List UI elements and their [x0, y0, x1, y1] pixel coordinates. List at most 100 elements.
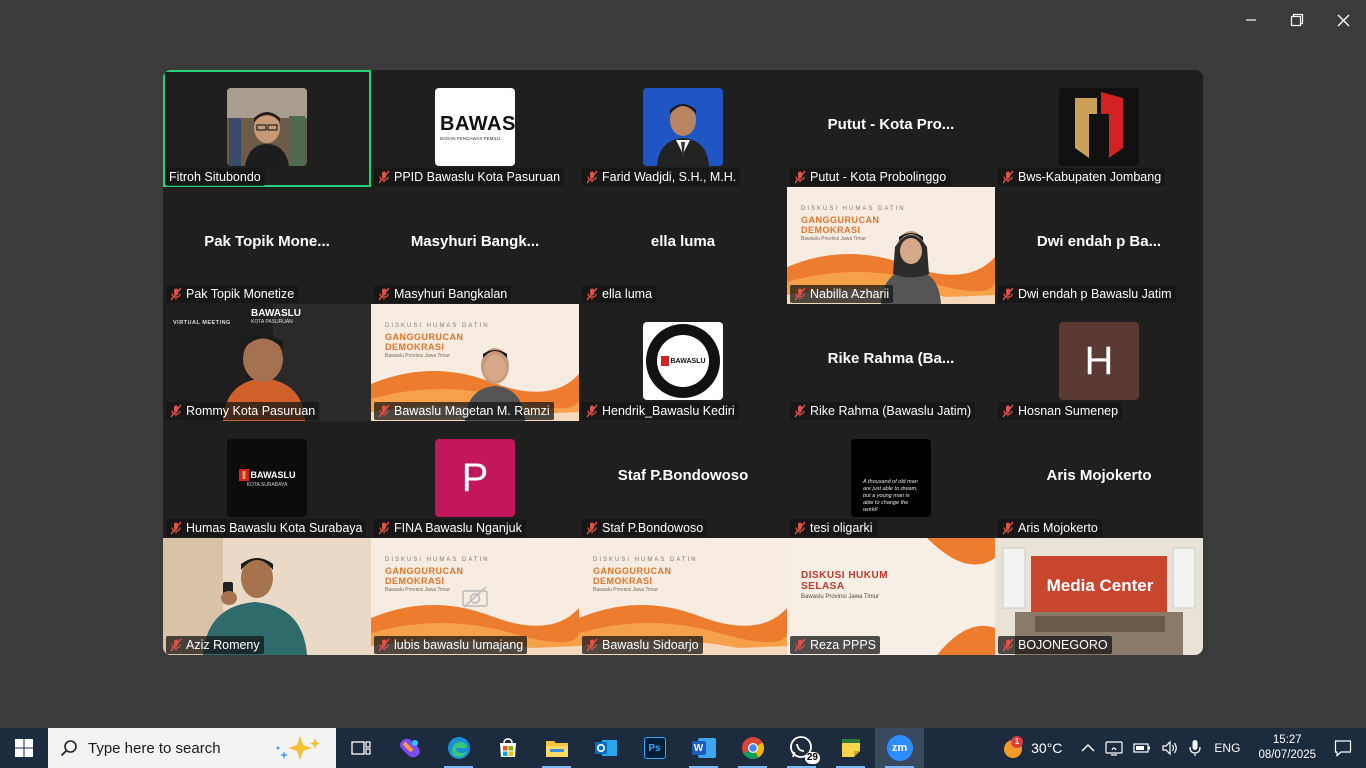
search-icon [60, 740, 77, 757]
store-taskbar-button[interactable] [483, 728, 532, 768]
participant-tile[interactable]: Masyhuri Bangk... Masyhuri Bangkalan [371, 187, 579, 304]
logo-text: BAWASLU [250, 469, 296, 480]
participant-tile[interactable]: Fitroh Situbondo [163, 70, 371, 187]
zoom-icon: zm [886, 735, 913, 761]
participant-name: Bawaslu Magetan M. Ramzi [394, 404, 550, 418]
muted-mic-icon [586, 170, 598, 184]
participant-tile[interactable]: DISKUSI HUMAS DATIN GANGGURUCAN DEMOKRAS… [371, 538, 579, 655]
participant-tile[interactable]: DISKUSI HUMAS DATIN GANGGURUCAN DEMOKRAS… [371, 304, 579, 421]
participant-name: PPID Bawaslu Kota Pasuruan [394, 170, 561, 184]
participant-tile[interactable]: VIRTUAL MEETING BAWASLU KOTA PASURUAN Ro… [163, 304, 371, 421]
task-view-icon [350, 741, 371, 755]
muted-mic-icon [794, 638, 806, 652]
start-button[interactable] [0, 728, 48, 768]
participant-tile[interactable]: Aris Mojokerto Aris Mojokerto [995, 421, 1203, 538]
participant-name-tag: Reza PPPS [790, 636, 881, 654]
participant-name-tag: Hosnan Sumenep [998, 402, 1123, 420]
muted-mic-icon [378, 170, 390, 184]
participant-tile[interactable]: Staf P.Bondowoso Staf P.Bondowoso [579, 421, 787, 538]
participant-name: Rommy Kota Pasuruan [186, 404, 316, 418]
participant-name: Bws-Kabupaten Jombang [1018, 170, 1162, 184]
participant-tile[interactable]: BAWASLU Hendrik_Bawaslu Kediri [579, 304, 787, 421]
chrome-icon [741, 737, 764, 759]
participant-name-tag: Bawaslu Sidoarjo [582, 636, 703, 654]
volume-icon[interactable] [1156, 728, 1184, 768]
participant-tile[interactable]: Farid Wadjdi, S.H., M.H. [579, 70, 787, 187]
file-explorer-icon [545, 741, 568, 757]
zoom-taskbar-button[interactable]: zm [875, 728, 924, 768]
edge-taskbar-button[interactable] [434, 728, 483, 768]
language-indicator[interactable]: ENG [1206, 728, 1248, 768]
participant-tile[interactable]: DISKUSI HUMAS DATIN GANGGURUCAN DEMOKRAS… [787, 187, 995, 304]
close-button[interactable] [1328, 8, 1358, 32]
copilot-taskbar-button[interactable] [385, 728, 434, 768]
participant-tile[interactable]: Putut - Kota Pro... Putut - Kota Proboli… [787, 70, 995, 187]
participant-name: ella luma [602, 287, 653, 301]
banner-small-text: DISKUSI HUMAS DATIN [385, 323, 490, 329]
notifications-button[interactable] [1326, 728, 1366, 768]
word-taskbar-button[interactable]: W [679, 728, 728, 768]
participant-name: Reza PPPS [810, 638, 877, 652]
sticky-notes-taskbar-button[interactable] [826, 728, 875, 768]
chrome-taskbar-button[interactable] [728, 728, 777, 768]
windows-icon [15, 739, 33, 757]
participant-name: Hendrik_Bawaslu Kediri [602, 404, 735, 418]
participant-tile[interactable]: Aziz Romeny [163, 538, 371, 655]
participant-tile[interactable]: H Hosnan Sumenep [995, 304, 1203, 421]
participant-tile[interactable]: BAWAS BADAN PENGAWAS PEMILU PPID Bawaslu… [371, 70, 579, 187]
sticky-notes-icon [841, 739, 860, 757]
logo-text: BAWAS [440, 113, 515, 135]
participant-name: Dwi endah p Bawaslu Jatim [1018, 287, 1172, 301]
participant-name-tag: Putut - Kota Probolinggo [790, 168, 951, 186]
participant-tile[interactable]: ella luma ella luma [579, 187, 787, 304]
participant-tile[interactable]: Rike Rahma (Ba... Rike Rahma (Bawaslu Ja… [787, 304, 995, 421]
participant-name: tesi oligarki [810, 521, 873, 535]
participant-name: Rike Rahma (Bawaslu Jatim) [810, 404, 972, 418]
participant-tile[interactable]: Bws-Kabupaten Jombang [995, 70, 1203, 187]
system-tray: 1 30°C ENG 15:27 08/07/2025 [998, 728, 1366, 768]
outlook-taskbar-button[interactable] [581, 728, 630, 768]
battery-icon[interactable] [1128, 728, 1156, 768]
participant-name: Aziz Romeny [186, 638, 260, 652]
participant-tile[interactable]: P FINA Bawaslu Nganjuk [371, 421, 579, 538]
muted-mic-icon [794, 521, 806, 535]
participant-tile[interactable]: A thousand of old man are just able to d… [787, 421, 995, 538]
photoshop-taskbar-button[interactable]: Ps [630, 728, 679, 768]
search-placeholder: Type here to search [88, 739, 221, 757]
microphone-icon[interactable] [1184, 728, 1206, 768]
gallery-view: Fitroh Situbondo BAWAS BADAN PENGAWAS PE… [163, 70, 1203, 655]
weather-temp: 30°C [1031, 740, 1063, 756]
clock[interactable]: 15:27 08/07/2025 [1248, 733, 1326, 763]
network-icon[interactable] [1100, 728, 1128, 768]
participant-name: Aris Mojokerto [1018, 521, 1098, 535]
participant-name: Masyhuri Bangkalan [394, 287, 508, 301]
participant-name-tag: FINA Bawaslu Nganjuk [374, 519, 526, 537]
whatsapp-taskbar-button[interactable]: 29 [777, 728, 826, 768]
logo-subtext: KOTA SURABAYA [246, 481, 288, 488]
participant-name: Nabilla Azharii [810, 287, 890, 301]
file-explorer-taskbar-button[interactable] [532, 728, 581, 768]
banner-title: GANGGURUCAN DEMOKRASI [385, 566, 464, 586]
participant-name: Humas Bawaslu Kota Surabaya [186, 521, 363, 535]
participant-tile[interactable]: DISKUSI HUKUM SELASA Bawaslu Provinsi Ja… [787, 538, 995, 655]
participant-tile[interactable]: DISKUSI HUMAS DATIN GANGGURUCAN DEMOKRAS… [579, 538, 787, 655]
minimize-button[interactable] [1236, 8, 1266, 32]
participant-tile[interactable]: BAWASLU KOTA SURABAYA Humas Bawaslu Kota… [163, 421, 371, 538]
muted-mic-icon [586, 638, 598, 652]
participant-logo [1059, 88, 1139, 166]
restore-button[interactable] [1282, 8, 1312, 32]
participant-name: Farid Wadjdi, S.H., M.H. [602, 170, 737, 184]
participant-tile[interactable]: Pak Topik Mone... Pak Topik Monetize [163, 187, 371, 304]
task-view-taskbar-button[interactable] [336, 728, 385, 768]
notification-icon [1334, 740, 1352, 757]
weather-widget[interactable]: 1 30°C [998, 728, 1076, 768]
participant-tile[interactable]: Media Center BOJONEGORO [995, 538, 1203, 655]
participant-tile[interactable]: Dwi endah p Ba... Dwi endah p Bawaslu Ja… [995, 187, 1203, 304]
participant-name-tag: lubis bawaslu lumajang [374, 636, 528, 654]
taskbar-search-box[interactable]: Type here to search [48, 728, 336, 768]
participant-name-tag: BOJONEGORO [998, 636, 1112, 654]
participant-name-tag: Rike Rahma (Bawaslu Jatim) [790, 402, 976, 420]
show-hidden-icons-button[interactable] [1076, 728, 1100, 768]
logo-subtext: KOTA PASURUAN [251, 319, 293, 325]
muted-mic-icon [1002, 287, 1014, 301]
